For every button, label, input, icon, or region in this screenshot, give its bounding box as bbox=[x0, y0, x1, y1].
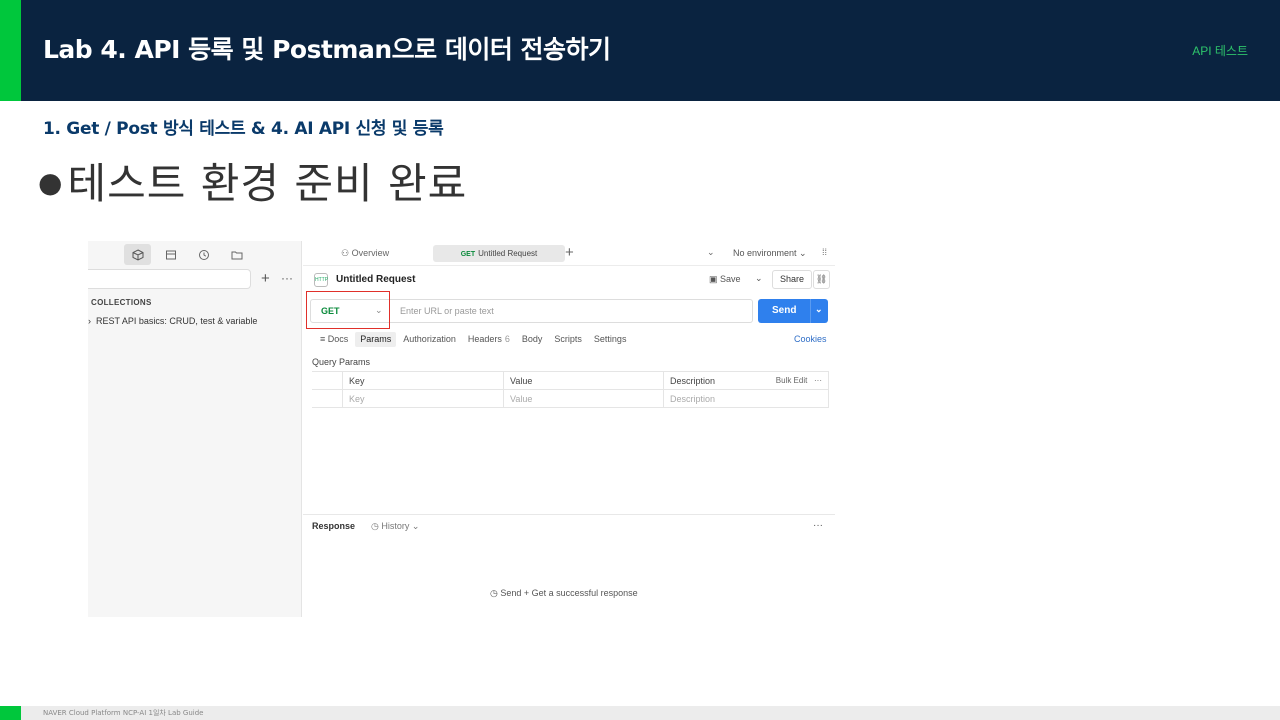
table-header-row: Key Value Description Bulk Edit ··· bbox=[312, 372, 829, 390]
postman-main: ⚇ Overview GET Untitled Request + ⌄ No en… bbox=[303, 241, 835, 617]
history-label: History bbox=[381, 521, 410, 531]
collections-icon[interactable] bbox=[124, 244, 151, 265]
send-label: Send bbox=[772, 305, 797, 316]
tab-docs[interactable]: ≡ Docs bbox=[315, 332, 353, 347]
column-header-value: Value bbox=[503, 372, 663, 390]
column-header-description-label: Description bbox=[670, 376, 716, 386]
tab-overview-label: Overview bbox=[351, 248, 390, 258]
history-icon: ◷ bbox=[371, 521, 382, 531]
method-highlight-box bbox=[306, 291, 390, 329]
history-dropdown[interactable]: ◷ History ⌄ bbox=[371, 521, 419, 532]
description-input[interactable]: Description bbox=[663, 390, 829, 408]
section-tag: API 테스트 bbox=[1192, 44, 1248, 58]
value-input[interactable]: Value bbox=[503, 390, 663, 408]
save-icon: ▣ bbox=[709, 274, 721, 284]
new-tab-plus-icon[interactable]: + bbox=[565, 244, 574, 261]
collections-heading: COLLECTIONS bbox=[91, 298, 152, 307]
folder-icon[interactable] bbox=[223, 244, 250, 265]
overview-icon: ⚇ bbox=[341, 248, 352, 258]
tab-body[interactable]: Body bbox=[517, 332, 548, 347]
environment-label: No environment bbox=[733, 248, 797, 258]
history-icon[interactable] bbox=[190, 244, 217, 265]
bullet-item: ●테스트 환경 준비 완료 bbox=[38, 150, 467, 211]
column-header-description: Description Bulk Edit ··· bbox=[663, 372, 829, 390]
headers-count: 6 bbox=[504, 334, 510, 344]
chevron-right-icon: › bbox=[88, 316, 96, 326]
tab-headers[interactable]: Headers 6 bbox=[463, 332, 515, 347]
response-divider bbox=[303, 514, 835, 515]
url-input[interactable]: Enter URL or paste text bbox=[390, 299, 753, 323]
response-empty-text: Send + Get a successful response bbox=[500, 588, 638, 598]
postman-screenshot: + ··· COLLECTIONS › REST API basics: CRU… bbox=[88, 241, 835, 617]
tab-params[interactable]: Params bbox=[355, 332, 397, 347]
tab-scripts[interactable]: Scripts bbox=[549, 332, 587, 347]
tab-docs-label: Docs bbox=[327, 334, 349, 344]
request-name[interactable]: Untitled Request bbox=[336, 274, 415, 285]
tab-overview[interactable]: ⚇ Overview bbox=[341, 248, 389, 259]
response-more-icon[interactable]: ··· bbox=[813, 520, 823, 531]
slide-title: Lab 4. API 등록 및 Postman으로 데이터 전송하기 bbox=[43, 35, 611, 64]
slide-subtitle: 1. Get / Post 방식 테스트 & 4. AI API 신청 및 등록 bbox=[43, 119, 444, 139]
send-history-icon: ◷ bbox=[490, 588, 501, 598]
slide-footer: NAVER Cloud Platform NCP-AI 1일차 Lab Guid… bbox=[0, 706, 1280, 720]
postman-sidebar: + ··· COLLECTIONS › REST API basics: CRU… bbox=[88, 241, 302, 617]
environments-icon[interactable] bbox=[157, 244, 184, 265]
save-dropdown-chevron-icon[interactable]: ⌄ bbox=[755, 273, 763, 284]
request-tabs: ≡ Docs Params Authorization Headers 6 Bod… bbox=[315, 332, 633, 347]
bullet-dot-icon: ● bbox=[38, 166, 64, 199]
cookies-link[interactable]: Cookies bbox=[794, 334, 827, 344]
tabs-dropdown-chevron-icon[interactable]: ⌄ bbox=[707, 247, 715, 258]
collection-item[interactable]: › REST API basics: CRUD, test & variable bbox=[88, 316, 257, 326]
slide: Lab 4. API 등록 및 Postman으로 데이터 전송하기 API 테… bbox=[0, 0, 1280, 720]
query-params-table: Key Value Description Bulk Edit ··· Key V… bbox=[312, 371, 829, 408]
table-checkbox-cell bbox=[312, 372, 342, 390]
environment-selector[interactable]: No environment ⌄ bbox=[733, 248, 807, 259]
send-chevron-down-icon[interactable]: ⌄ bbox=[815, 304, 823, 315]
docs-icon: ≡ bbox=[320, 334, 328, 344]
tab-label: Untitled Request bbox=[478, 249, 538, 258]
tab-untitled-request[interactable]: GET Untitled Request bbox=[433, 245, 565, 262]
send-divider bbox=[810, 299, 811, 323]
tab-headers-label: Headers bbox=[467, 334, 502, 344]
response-title: Response bbox=[312, 521, 356, 531]
environment-settings-icon[interactable]: ⁞⁞ bbox=[822, 247, 827, 257]
tab-authorization[interactable]: Authorization bbox=[398, 332, 461, 347]
http-request-icon: HTTP bbox=[314, 273, 328, 287]
save-label: Save bbox=[720, 274, 741, 284]
bulk-edit-link[interactable]: Bulk Edit ··· bbox=[776, 372, 822, 390]
table-checkbox-cell bbox=[312, 390, 342, 408]
copy-link-icon[interactable]: ⛓ bbox=[813, 270, 830, 289]
send-button[interactable]: Send ⌄ bbox=[758, 299, 828, 323]
footer-accent-bar bbox=[0, 706, 21, 720]
header-accent-bar bbox=[0, 0, 21, 101]
column-header-key: Key bbox=[342, 372, 503, 390]
response-empty-state: ◷ Send + Get a successful response bbox=[490, 588, 638, 599]
share-button[interactable]: Share bbox=[772, 270, 812, 289]
sidebar-more-icon[interactable]: ··· bbox=[281, 271, 293, 285]
sidebar-search-input[interactable] bbox=[88, 269, 251, 289]
slide-header: Lab 4. API 등록 및 Postman으로 데이터 전송하기 API 테… bbox=[0, 0, 1280, 101]
tab-method: GET bbox=[460, 251, 476, 258]
tab-bar: ⚇ Overview GET Untitled Request + ⌄ No en… bbox=[303, 241, 835, 266]
bulk-edit-label: Bulk Edit bbox=[775, 376, 808, 385]
collection-item-label: REST API basics: CRUD, test & variable bbox=[96, 316, 258, 326]
query-params-title: Query Params bbox=[312, 357, 371, 367]
url-placeholder: Enter URL or paste text bbox=[400, 306, 494, 316]
sidebar-icon-bar bbox=[124, 244, 250, 265]
tab-settings[interactable]: Settings bbox=[589, 332, 632, 347]
new-collection-plus-icon[interactable]: + bbox=[261, 270, 270, 287]
table-row: Key Value Description bbox=[312, 390, 829, 408]
bullet-text: 테스트 환경 준비 완료 bbox=[67, 159, 468, 208]
footer-text: NAVER Cloud Platform NCP-AI 1일차 Lab Guid… bbox=[43, 709, 204, 717]
key-input[interactable]: Key bbox=[342, 390, 503, 408]
save-button[interactable]: ▣ Save bbox=[709, 274, 741, 285]
